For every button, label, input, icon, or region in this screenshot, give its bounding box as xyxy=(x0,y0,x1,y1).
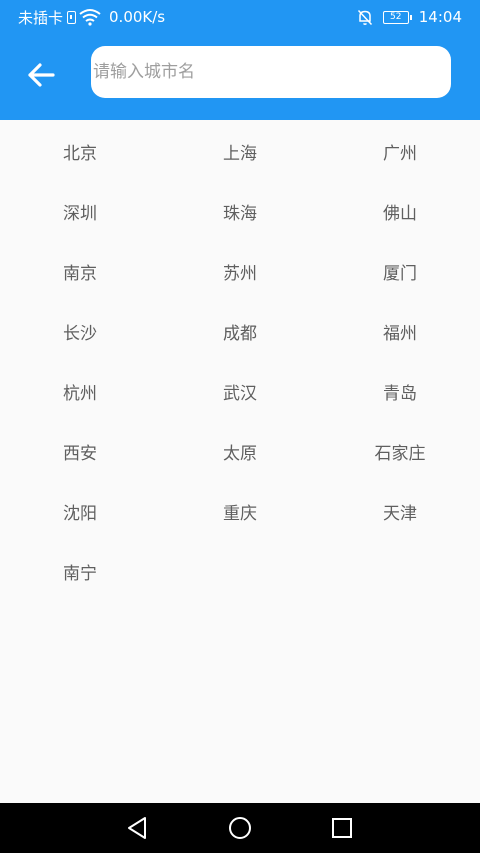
sim-icon xyxy=(67,10,77,24)
city-item[interactable]: 上海 xyxy=(160,121,320,181)
wifi-icon xyxy=(79,9,101,26)
city-search-input[interactable] xyxy=(91,46,451,98)
city-item[interactable]: 长沙 xyxy=(0,301,160,361)
status-bar: 未插卡 0.00K/s 52 14:04 xyxy=(0,0,480,34)
city-item[interactable]: 杭州 xyxy=(0,361,160,421)
city-item[interactable]: 苏州 xyxy=(160,241,320,301)
city-item[interactable]: 厦门 xyxy=(320,241,480,301)
status-right: 52 14:04 xyxy=(357,8,462,26)
city-item[interactable]: 广州 xyxy=(320,121,480,181)
status-left: 未插卡 0.00K/s xyxy=(18,8,166,27)
city-item[interactable]: 石家庄 xyxy=(320,421,480,481)
city-item[interactable]: 南京 xyxy=(0,241,160,301)
city-item[interactable]: 西安 xyxy=(0,421,160,481)
city-item[interactable]: 重庆 xyxy=(160,481,320,541)
app-header: 未插卡 0.00K/s 52 14:04 xyxy=(0,0,480,120)
city-item[interactable]: 深圳 xyxy=(0,181,160,241)
city-item[interactable]: 珠海 xyxy=(160,181,320,241)
arrow-left-icon xyxy=(28,63,55,87)
city-grid: 北京 上海 广州 深圳 珠海 佛山 南京 苏州 厦门 长沙 成都 福州 杭州 武… xyxy=(0,121,480,601)
back-triangle-icon[interactable] xyxy=(123,813,153,843)
mute-bell-icon xyxy=(357,9,372,25)
home-circle-icon[interactable] xyxy=(225,813,255,843)
city-item[interactable]: 南宁 xyxy=(0,541,160,601)
city-item[interactable]: 青岛 xyxy=(320,361,480,421)
city-item[interactable]: 沈阳 xyxy=(0,481,160,541)
city-item[interactable]: 天津 xyxy=(320,481,480,541)
battery-icon: 52 xyxy=(382,10,412,24)
city-item[interactable]: 太原 xyxy=(160,421,320,481)
city-item[interactable]: 福州 xyxy=(320,301,480,361)
system-nav-bar xyxy=(0,803,480,853)
city-item[interactable]: 北京 xyxy=(0,121,160,181)
recents-square-icon[interactable] xyxy=(327,813,357,843)
clock: 14:04 xyxy=(418,8,462,26)
city-item[interactable]: 武汉 xyxy=(160,361,320,421)
network-speed: 0.00K/s xyxy=(109,8,166,26)
carrier-text: 未插卡 xyxy=(18,8,64,27)
city-item[interactable]: 成都 xyxy=(160,301,320,361)
city-item[interactable]: 佛山 xyxy=(320,181,480,241)
back-button[interactable] xyxy=(18,54,64,96)
